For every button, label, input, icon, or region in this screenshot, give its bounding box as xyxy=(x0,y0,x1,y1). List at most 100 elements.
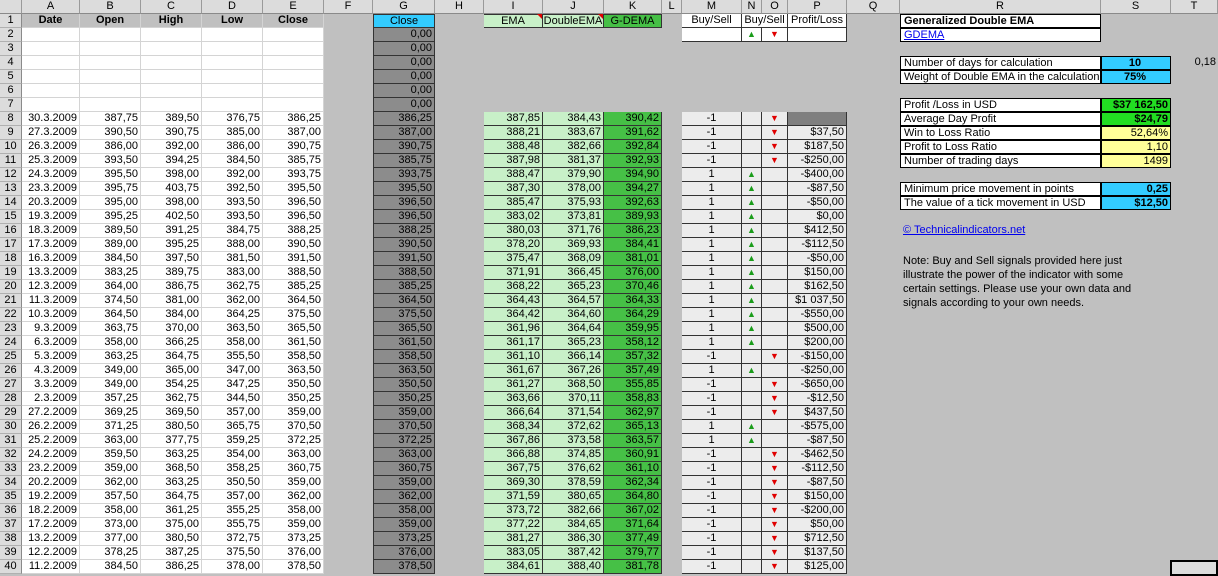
gdema-cell[interactable]: 364,80 xyxy=(604,490,662,504)
header-buy-sell-no[interactable]: Buy/Sell xyxy=(742,14,788,28)
gdema-cell[interactable]: 389,93 xyxy=(604,210,662,224)
low-cell[interactable]: 392,00 xyxy=(202,168,263,182)
header-high[interactable]: High xyxy=(141,14,202,28)
empty-cell[interactable] xyxy=(263,56,324,70)
down-arrow-icon[interactable]: ▼ xyxy=(762,504,788,518)
open-cell[interactable]: 395,25 xyxy=(80,210,141,224)
low-cell[interactable]: 357,00 xyxy=(202,406,263,420)
up-arrow-icon[interactable]: ▲ xyxy=(742,196,762,210)
high-cell[interactable]: 370,00 xyxy=(141,322,202,336)
empty-cell[interactable] xyxy=(141,70,202,84)
gdema-cell[interactable]: 390,42 xyxy=(604,112,662,126)
empty-cell[interactable] xyxy=(742,462,762,476)
g-close-cell[interactable]: 358,50 xyxy=(373,350,435,364)
down-arrow-icon[interactable]: ▼ xyxy=(762,406,788,420)
column-header-t[interactable]: T xyxy=(1171,0,1218,14)
date-cell[interactable]: 27.3.2009 xyxy=(22,126,80,140)
double-ema-cell[interactable]: 367,26 xyxy=(543,364,604,378)
date-cell[interactable]: 19.2.2009 xyxy=(22,490,80,504)
signal-cell[interactable]: -1 xyxy=(682,154,742,168)
close-cell[interactable]: 387,00 xyxy=(263,126,324,140)
g-close-cell[interactable]: 350,50 xyxy=(373,378,435,392)
column-header-r[interactable]: R xyxy=(900,0,1101,14)
empty-cell[interactable] xyxy=(263,28,324,42)
ema-cell[interactable]: 384,61 xyxy=(484,560,543,574)
double-ema-cell[interactable]: 381,37 xyxy=(543,154,604,168)
high-cell[interactable]: 365,00 xyxy=(141,364,202,378)
down-arrow-icon[interactable]: ▼ xyxy=(762,140,788,154)
double-ema-cell[interactable]: 384,43 xyxy=(543,112,604,126)
signal-cell[interactable]: -1 xyxy=(682,378,742,392)
open-cell[interactable]: 363,75 xyxy=(80,322,141,336)
empty-cell[interactable] xyxy=(762,196,788,210)
open-cell[interactable]: 377,00 xyxy=(80,532,141,546)
ema-cell[interactable]: 361,27 xyxy=(484,378,543,392)
ema-cell[interactable]: 361,17 xyxy=(484,336,543,350)
profit-loss-cell[interactable]: -$150,00 xyxy=(788,350,847,364)
row-header[interactable]: 20 xyxy=(0,280,22,294)
profit-loss-cell[interactable]: -$87,50 xyxy=(788,476,847,490)
profit-loss-cell[interactable]: $1 037,50 xyxy=(788,294,847,308)
empty-cell[interactable] xyxy=(22,56,80,70)
empty-cell[interactable] xyxy=(762,308,788,322)
signal-cell[interactable]: 1 xyxy=(682,210,742,224)
row-header[interactable]: 25 xyxy=(0,350,22,364)
high-cell[interactable]: 387,25 xyxy=(141,546,202,560)
weight-input[interactable]: 75% xyxy=(1101,70,1171,84)
up-arrow-icon[interactable]: ▲ xyxy=(742,280,762,294)
empty-cell[interactable] xyxy=(682,28,742,42)
high-cell[interactable]: 364,75 xyxy=(141,490,202,504)
low-cell[interactable]: 354,00 xyxy=(202,448,263,462)
gdema-cell[interactable]: 360,91 xyxy=(604,448,662,462)
high-cell[interactable]: 389,75 xyxy=(141,266,202,280)
column-header-g[interactable]: G xyxy=(373,0,435,14)
up-arrow-icon[interactable]: ▲ xyxy=(742,252,762,266)
row-header[interactable]: 7 xyxy=(0,98,22,112)
close-cell[interactable]: 385,75 xyxy=(263,154,324,168)
empty-cell[interactable] xyxy=(762,364,788,378)
signal-cell[interactable]: 1 xyxy=(682,224,742,238)
row-header[interactable]: 23 xyxy=(0,322,22,336)
empty-cell[interactable] xyxy=(80,28,141,42)
g-close-cell[interactable]: 395,50 xyxy=(373,182,435,196)
empty-cell[interactable] xyxy=(762,434,788,448)
profit-loss-cell[interactable]: $500,00 xyxy=(788,322,847,336)
up-arrow-icon[interactable]: ▲ xyxy=(742,420,762,434)
open-cell[interactable]: 386,00 xyxy=(80,140,141,154)
empty-cell[interactable] xyxy=(80,98,141,112)
profit-loss-cell[interactable]: -$250,00 xyxy=(788,154,847,168)
empty-cell[interactable] xyxy=(742,350,762,364)
g-close-cell[interactable]: 388,50 xyxy=(373,266,435,280)
low-cell[interactable]: 385,00 xyxy=(202,126,263,140)
g-close-cell[interactable]: 385,75 xyxy=(373,154,435,168)
gdema-cell[interactable]: 362,34 xyxy=(604,476,662,490)
g-close-cell[interactable]: 378,50 xyxy=(373,560,435,574)
close-cell[interactable]: 386,25 xyxy=(263,112,324,126)
up-arrow-icon[interactable]: ▲ xyxy=(742,364,762,378)
row-header[interactable]: 13 xyxy=(0,182,22,196)
empty-cell[interactable] xyxy=(80,56,141,70)
low-cell[interactable]: 393,50 xyxy=(202,210,263,224)
down-arrow-icon[interactable]: ▼ xyxy=(762,448,788,462)
double-ema-cell[interactable]: 380,65 xyxy=(543,490,604,504)
double-ema-cell[interactable]: 366,45 xyxy=(543,266,604,280)
gdema-cell[interactable]: 363,57 xyxy=(604,434,662,448)
row-header[interactable]: 18 xyxy=(0,252,22,266)
ema-cell[interactable]: 378,20 xyxy=(484,238,543,252)
high-cell[interactable]: 380,50 xyxy=(141,532,202,546)
ema-cell[interactable]: 367,86 xyxy=(484,434,543,448)
row-header[interactable]: 6 xyxy=(0,84,22,98)
open-cell[interactable]: 362,00 xyxy=(80,476,141,490)
g-close-cell[interactable]: 376,00 xyxy=(373,546,435,560)
date-cell[interactable]: 5.3.2009 xyxy=(22,350,80,364)
signal-cell[interactable]: -1 xyxy=(682,518,742,532)
tick-input[interactable]: $12,50 xyxy=(1101,196,1171,210)
gdema-cell[interactable]: 392,63 xyxy=(604,196,662,210)
header-g-close[interactable]: Close xyxy=(373,14,435,28)
open-cell[interactable]: 395,50 xyxy=(80,168,141,182)
close-cell[interactable]: 365,50 xyxy=(263,322,324,336)
double-ema-cell[interactable]: 374,85 xyxy=(543,448,604,462)
column-header-o[interactable]: O xyxy=(762,0,788,14)
date-cell[interactable]: 11.2.2009 xyxy=(22,560,80,574)
double-ema-cell[interactable]: 388,40 xyxy=(543,560,604,574)
